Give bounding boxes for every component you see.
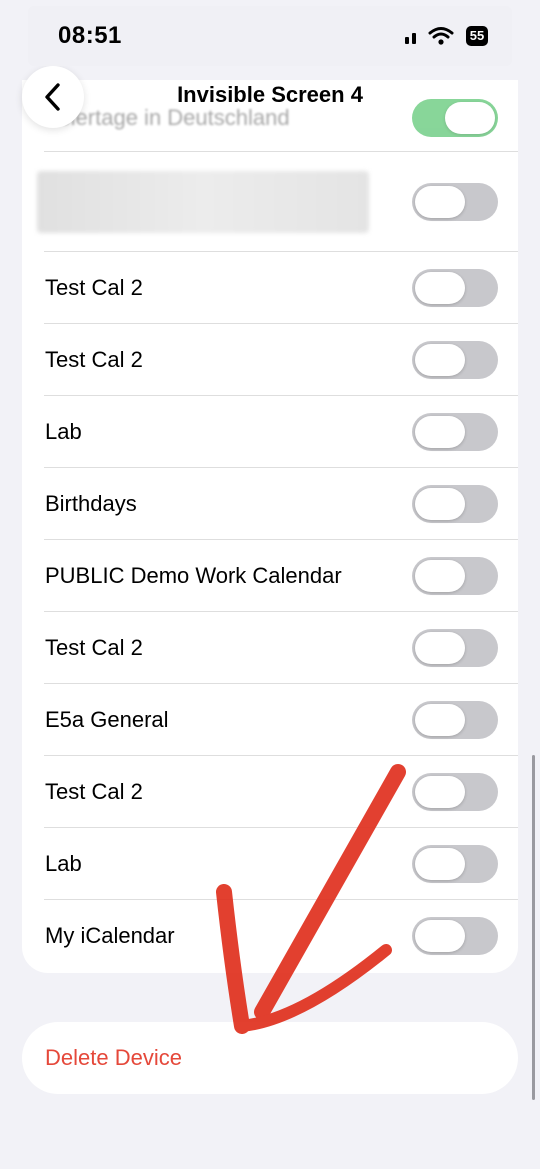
delete-device-button[interactable]: Delete Device	[22, 1022, 518, 1094]
calendar-list-card: Feiertage in Deutschland Test Cal 2 Test…	[22, 80, 518, 973]
calendar-label: Test Cal 2	[45, 275, 143, 300]
calendar-label: Birthdays	[45, 491, 137, 516]
calendar-toggle[interactable]	[412, 917, 498, 955]
list-item[interactable]: Test Cal 2	[22, 612, 518, 684]
list-item[interactable]: E5a General	[22, 684, 518, 756]
calendar-label: Lab	[45, 419, 82, 444]
delete-device-label: Delete Device	[45, 1045, 182, 1070]
calendar-toggle[interactable]	[412, 845, 498, 883]
toggle-knob	[415, 848, 465, 880]
list-item[interactable]: Test Cal 2	[22, 252, 518, 324]
calendar-toggle[interactable]	[412, 557, 498, 595]
calendar-label: E5a General	[45, 707, 169, 732]
scroll-indicator	[532, 755, 535, 1100]
calendar-label: Test Cal 2	[45, 347, 143, 372]
toggle-knob	[415, 776, 465, 808]
calendar-toggle[interactable]	[412, 413, 498, 451]
redacted-label	[37, 171, 369, 233]
calendar-label: PUBLIC Demo Work Calendar	[45, 563, 342, 588]
toggle-knob	[415, 704, 465, 736]
toggle-knob	[415, 186, 465, 218]
status-time: 08:51	[58, 22, 122, 49]
calendar-label: My iCalendar	[45, 923, 175, 948]
calendar-toggle[interactable]	[412, 629, 498, 667]
wifi-icon	[428, 27, 454, 45]
toggle-knob	[415, 416, 465, 448]
navigation-header: Invisible Screen 4	[0, 60, 540, 130]
list-item[interactable]: PUBLIC Demo Work Calendar	[22, 540, 518, 612]
list-item[interactable]: Lab	[22, 828, 518, 900]
toggle-knob	[415, 560, 465, 592]
calendar-label: Lab	[45, 851, 82, 876]
toggle-knob	[415, 632, 465, 664]
calendar-toggle[interactable]	[412, 485, 498, 523]
cellular-signal-icon	[405, 28, 416, 44]
toggle-knob	[415, 488, 465, 520]
toggle-knob	[415, 344, 465, 376]
calendar-toggle[interactable]	[412, 701, 498, 739]
calendar-label: Test Cal 2	[45, 635, 143, 660]
calendar-toggle[interactable]	[412, 341, 498, 379]
list-item[interactable]: Birthdays	[22, 468, 518, 540]
list-item[interactable]: Lab	[22, 396, 518, 468]
toggle-knob	[415, 920, 465, 952]
calendar-label: Test Cal 2	[45, 779, 143, 804]
status-bar: 08:51 55	[28, 6, 512, 66]
page-title: Invisible Screen 4	[177, 82, 363, 107]
list-item[interactable]: My iCalendar	[22, 900, 518, 972]
list-item[interactable]: Test Cal 2	[22, 756, 518, 828]
list-item[interactable]: Test Cal 2	[22, 324, 518, 396]
list-item[interactable]	[22, 152, 518, 252]
calendar-toggle[interactable]	[412, 269, 498, 307]
toggle-knob	[415, 272, 465, 304]
battery-icon: 55	[466, 26, 488, 46]
screen: Feiertage in Deutschland Test Cal 2 Test…	[0, 0, 540, 1169]
status-icons: 55	[405, 26, 488, 46]
calendar-toggle[interactable]	[412, 773, 498, 811]
calendar-toggle[interactable]	[412, 183, 498, 221]
